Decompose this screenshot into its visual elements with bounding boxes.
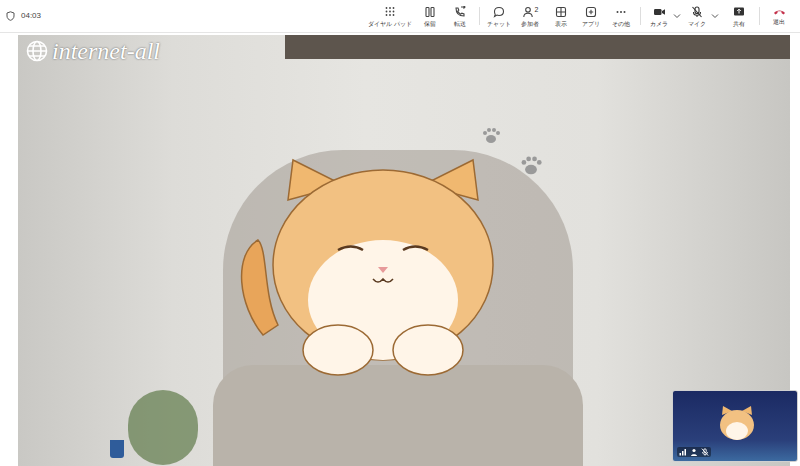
- paw-print-icon: [480, 125, 502, 147]
- label: 退出: [773, 19, 785, 25]
- apps-button[interactable]: アプリ: [576, 6, 606, 27]
- plant: [128, 390, 198, 465]
- call-timer: 04:03: [21, 10, 41, 22]
- signal-icon: [679, 448, 687, 456]
- self-view[interactable]: [672, 390, 798, 462]
- pause-icon: [424, 6, 436, 18]
- more-button[interactable]: その他: [606, 6, 636, 27]
- microphone-icon: [691, 6, 703, 18]
- person-icon: [690, 448, 698, 456]
- paw-print-icon: [518, 153, 544, 179]
- label: アプリ: [582, 21, 600, 27]
- cat-avatar-icon: [233, 155, 533, 380]
- toolbar-divider: [479, 7, 480, 25]
- cat-avatar-icon: [715, 405, 759, 445]
- microphone-icon: [701, 448, 709, 456]
- participants-button[interactable]: 2 参加者: [514, 6, 546, 27]
- hang-up-icon: [773, 8, 786, 16]
- chat-button[interactable]: チャット: [484, 6, 514, 27]
- mic-button[interactable]: マイク: [683, 6, 719, 27]
- participant-count: 2: [535, 6, 539, 13]
- share-button[interactable]: 共有: [723, 6, 755, 27]
- share-screen-icon: [733, 6, 745, 18]
- label: 表示: [555, 21, 567, 27]
- hold-button[interactable]: 保留: [415, 6, 445, 27]
- camera-icon: [653, 6, 666, 18]
- toolbar-divider: [640, 7, 641, 25]
- toolbar-divider: [759, 7, 760, 25]
- label: 参加者: [521, 21, 539, 27]
- people-icon: [522, 6, 534, 18]
- self-view-status: [677, 447, 711, 457]
- ceiling-beam: [285, 35, 790, 59]
- chat-icon: [493, 6, 505, 18]
- chevron-down-icon[interactable]: [673, 13, 681, 19]
- label: 転送: [454, 21, 466, 27]
- camera-button[interactable]: カメラ: [645, 6, 681, 27]
- call-toolbar: 04:03 ダイヤル パッド 保留 転送 チャット: [0, 0, 800, 33]
- add-app-icon: [585, 6, 597, 18]
- more-icon: [615, 6, 627, 18]
- transfer-button[interactable]: 転送: [445, 6, 475, 27]
- mug: [110, 440, 124, 458]
- label: カメラ: [650, 21, 668, 27]
- label: その他: [612, 21, 630, 27]
- person-body: [213, 365, 583, 466]
- leave-button[interactable]: 退出: [764, 8, 794, 25]
- phone-transfer-icon: [454, 6, 466, 18]
- dialpad-icon: [384, 6, 396, 18]
- chevron-down-icon[interactable]: [711, 13, 719, 19]
- call-info: 04:03: [6, 10, 41, 22]
- view-button[interactable]: 表示: [546, 6, 576, 27]
- dialpad-button[interactable]: ダイヤル パッド: [365, 6, 415, 27]
- label: 共有: [733, 21, 745, 27]
- grid-view-icon: [555, 6, 567, 18]
- label: マイク: [688, 21, 706, 27]
- watermark: internet-all: [26, 39, 160, 63]
- label: 保留: [424, 21, 436, 27]
- shield-icon: [6, 11, 15, 21]
- label: ダイヤル パッド: [368, 21, 412, 27]
- globe-icon: [26, 40, 48, 62]
- label: internet-all: [52, 39, 160, 63]
- label: チャット: [487, 21, 511, 27]
